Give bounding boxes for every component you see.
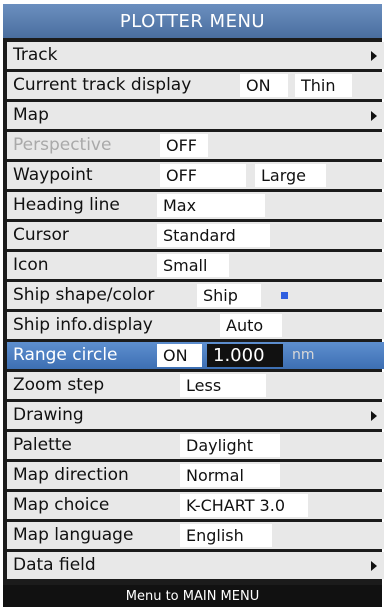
submenu-arrow-icon — [371, 411, 377, 421]
menu-item-map-choice[interactable]: Map choice K-CHART 3.0 — [7, 492, 384, 519]
range-circle-distance-input[interactable]: 1.000 — [207, 344, 283, 367]
menu-item-waypoint[interactable]: Waypoint OFF Large — [7, 162, 384, 189]
menu-item-label: Palette — [13, 435, 72, 455]
menu-item-track[interactable]: Track — [7, 42, 384, 69]
heading-line-value[interactable]: Max — [157, 194, 265, 217]
menu-item-data-field[interactable]: Data field — [7, 552, 384, 579]
menu-item-heading-line[interactable]: Heading line Max — [7, 192, 384, 219]
map-direction-value[interactable]: Normal — [180, 464, 280, 487]
menu-item-label: Zoom step — [13, 375, 105, 395]
menu-item-label: Drawing — [13, 405, 84, 425]
menu-item-cursor[interactable]: Cursor Standard — [7, 222, 384, 249]
ship-color-swatch[interactable] — [281, 292, 288, 299]
menu-item-map[interactable]: Map — [7, 102, 384, 129]
plotter-menu: PLOTTER MENU Track Current track display… — [3, 4, 384, 607]
submenu-arrow-icon — [371, 561, 377, 571]
menu-item-current-track-display[interactable]: Current track display ON Thin — [7, 72, 384, 99]
current-track-display-width-value[interactable]: Thin — [295, 74, 352, 97]
menu-item-label: Track — [13, 45, 58, 65]
menu-item-zoom-step[interactable]: Zoom step Less — [7, 372, 384, 399]
menu-item-label: Map — [13, 105, 49, 125]
menu-item-map-language[interactable]: Map language English — [7, 522, 384, 549]
menu-item-icon[interactable]: Icon Small — [7, 252, 384, 279]
map-choice-value[interactable]: K-CHART 3.0 — [180, 494, 308, 517]
submenu-arrow-icon — [371, 51, 377, 61]
menu-item-label: Map language — [13, 525, 134, 545]
icon-size-value[interactable]: Small — [157, 254, 229, 277]
menu-item-label: Icon — [13, 255, 49, 275]
map-language-value[interactable]: English — [180, 524, 272, 547]
range-circle-unit: nm — [292, 347, 315, 363]
cursor-value[interactable]: Standard — [157, 224, 270, 247]
menu-item-label: Ship shape/color — [13, 285, 155, 305]
menu-item-ship-shape-color[interactable]: Ship shape/color Ship — [7, 282, 384, 309]
menu-item-label: Map direction — [13, 465, 129, 485]
menu-item-range-circle[interactable]: Range circle ON 1.000 nm — [7, 342, 384, 369]
palette-value[interactable]: Daylight — [180, 434, 280, 457]
menu-item-label: Current track display — [13, 75, 192, 95]
current-track-display-on-value[interactable]: ON — [240, 74, 288, 97]
menu-item-ship-info-display[interactable]: Ship info.display Auto — [7, 312, 384, 339]
submenu-arrow-icon — [371, 111, 377, 121]
menu-title: PLOTTER MENU — [3, 4, 382, 38]
menu-item-palette[interactable]: Palette Daylight — [7, 432, 384, 459]
waypoint-size-value[interactable]: Large — [255, 164, 326, 187]
waypoint-display-value[interactable]: OFF — [160, 164, 246, 187]
menu-item-label: Perspective — [13, 135, 112, 155]
menu-item-drawing[interactable]: Drawing — [7, 402, 384, 429]
menu-item-label: Range circle — [13, 345, 118, 365]
perspective-value: OFF — [160, 134, 208, 157]
ship-shape-value[interactable]: Ship — [197, 284, 261, 307]
menu-item-label: Waypoint — [13, 165, 93, 185]
menu-item-map-direction[interactable]: Map direction Normal — [7, 462, 384, 489]
menu-item-label: Cursor — [13, 225, 69, 245]
menu-item-label: Map choice — [13, 495, 110, 515]
menu-item-label: Heading line — [13, 195, 120, 215]
ship-info-display-value[interactable]: Auto — [220, 314, 282, 337]
menu-item-label: Ship info.display — [13, 315, 153, 335]
menu-item-perspective: Perspective OFF — [7, 132, 384, 159]
zoom-step-value[interactable]: Less — [180, 374, 266, 397]
range-circle-on-value[interactable]: ON — [157, 344, 202, 367]
menu-item-label: Data field — [13, 555, 96, 575]
menu-footer-hint[interactable]: Menu to MAIN MENU — [3, 585, 382, 607]
